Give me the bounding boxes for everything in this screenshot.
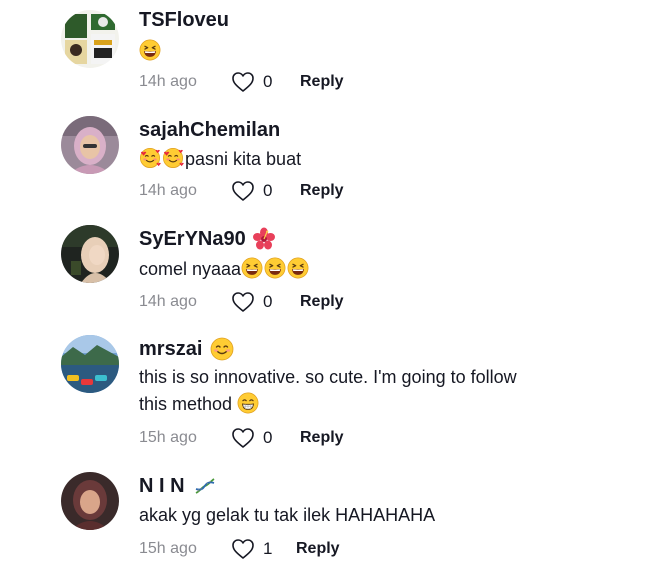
dna-emoji-icon: [193, 474, 217, 498]
username[interactable]: TSFloveu: [139, 8, 579, 32]
laughing-emoji-icon: [139, 39, 161, 61]
heart-outline-icon: [231, 427, 255, 449]
like-count: 0: [263, 181, 273, 200]
like-button[interactable]: 0: [231, 71, 297, 93]
comment-list: TSFloveu 14h ago 0 Reply sajahChemilan p…: [0, 0, 662, 574]
like-count: 0: [263, 292, 273, 311]
laughing-emoji-icon: [241, 257, 263, 279]
comment-text: this is so innovative. so cute. I'm goin…: [139, 364, 579, 418]
comment-text-line: pasni kita buat: [185, 149, 302, 169]
timestamp: 14h ago: [139, 182, 197, 199]
like-button[interactable]: 1: [231, 538, 293, 560]
heart-outline-icon: [231, 538, 255, 560]
like-button[interactable]: 0: [231, 180, 297, 202]
like-button[interactable]: 0: [231, 291, 297, 313]
reply-button[interactable]: Reply: [300, 182, 344, 200]
comment-text: pasni kita buat: [139, 146, 579, 173]
heart-outline-icon: [231, 180, 255, 202]
reply-button[interactable]: Reply: [300, 429, 344, 447]
timestamp: 14h ago: [139, 293, 197, 310]
reply-button[interactable]: Reply: [300, 73, 344, 91]
username-text: sajahChemilan: [139, 119, 281, 141]
username-text: TSFloveu: [139, 9, 230, 31]
like-button[interactable]: 0: [231, 427, 297, 449]
smiling-hearts-emoji-icon: [139, 147, 161, 169]
comment-meta: 15h ago 0 Reply: [139, 427, 344, 449]
username[interactable]: SyErYNa90: [139, 227, 579, 251]
comment-text-line-2: this method: [139, 391, 579, 418]
username[interactable]: N I N: [139, 474, 579, 498]
beaming-face-emoji-icon: [237, 392, 259, 414]
smiling-face-emoji-icon: [210, 337, 234, 361]
heart-outline-icon: [231, 291, 255, 313]
laughing-emoji-icon: [287, 257, 309, 279]
username-text: SyErYNa90: [139, 228, 246, 250]
avatar[interactable]: [61, 335, 119, 393]
timestamp: 15h ago: [139, 429, 197, 446]
comment-text: comel nyaaa: [139, 256, 579, 283]
comment-text-line: this method: [139, 394, 233, 414]
comment-meta: 15h ago 1 Reply: [139, 538, 340, 560]
reply-button[interactable]: Reply: [296, 540, 340, 558]
hibiscus-emoji-icon: [252, 227, 276, 251]
username[interactable]: mrszai: [139, 337, 579, 361]
reply-button[interactable]: Reply: [300, 293, 344, 311]
comment-text: akak yg gelak tu tak ilek HAHAHAHA: [139, 502, 579, 529]
username-text: N I N: [139, 475, 185, 497]
avatar[interactable]: [61, 116, 119, 174]
laughing-emoji-icon: [264, 257, 286, 279]
like-count: 1: [263, 539, 273, 558]
comment-text-line: comel nyaaa: [139, 259, 242, 279]
comment-meta: 14h ago 0 Reply: [139, 291, 344, 313]
timestamp: 14h ago: [139, 73, 197, 90]
like-count: 0: [263, 428, 273, 447]
like-count: 0: [263, 72, 273, 91]
comment-text-line: this is so innovative. so cute. I'm goin…: [139, 367, 517, 387]
smiling-hearts-emoji-icon: [162, 147, 184, 169]
timestamp: 15h ago: [139, 540, 197, 557]
comment-meta: 14h ago 0 Reply: [139, 180, 344, 202]
avatar[interactable]: [61, 10, 119, 68]
username[interactable]: sajahChemilan: [139, 118, 579, 142]
avatar[interactable]: [61, 225, 119, 283]
comment-text: [139, 38, 579, 65]
comment-text-line: akak yg gelak tu tak ilek HAHAHAHA: [139, 505, 436, 525]
username-text: mrszai: [139, 338, 203, 360]
avatar[interactable]: [61, 472, 119, 530]
heart-outline-icon: [231, 71, 255, 93]
comment-meta: 14h ago 0 Reply: [139, 71, 344, 93]
